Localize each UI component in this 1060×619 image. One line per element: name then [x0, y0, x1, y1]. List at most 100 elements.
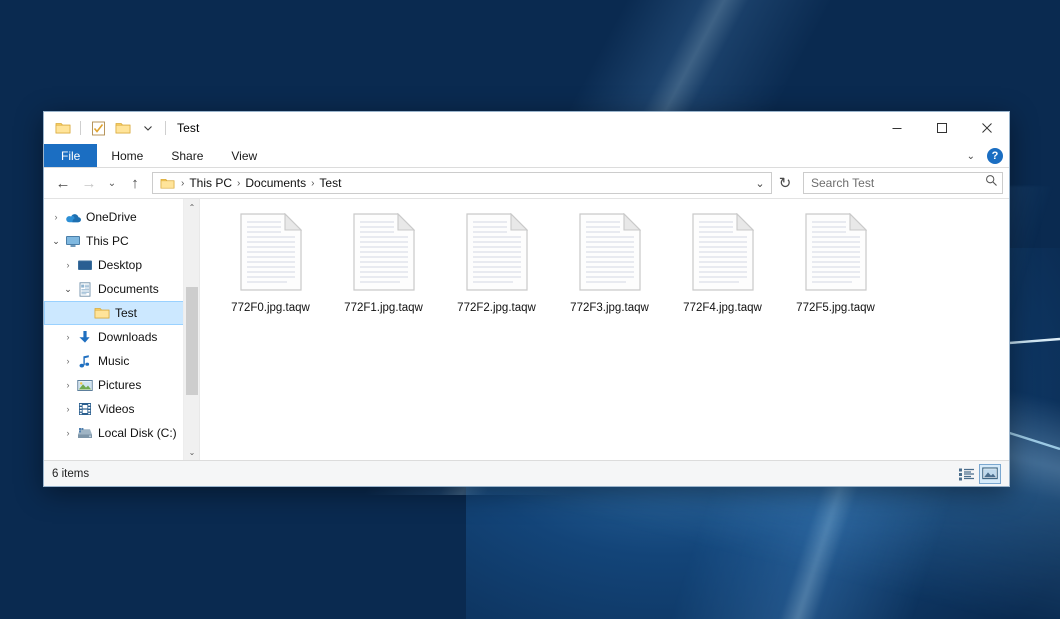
- chevron-right-icon[interactable]: ›: [60, 353, 76, 369]
- desktop-icon: [76, 257, 94, 273]
- item-count-label: 6 items: [52, 468, 89, 480]
- window-body: › OneDrive ⌄: [44, 198, 1009, 460]
- properties-icon[interactable]: [87, 117, 109, 139]
- chevron-right-icon[interactable]: ›: [60, 329, 76, 345]
- address-bar: ← → ⌄ ↑ › This PC › Documents › Test ⌄ ↻: [44, 168, 1009, 198]
- breadcrumb-item-this-pc[interactable]: This PC: [185, 176, 236, 190]
- tab-view[interactable]: View: [217, 144, 271, 167]
- ribbon-tab-bar: File Home Share View ⌄ ?: [44, 144, 1009, 168]
- breadcrumb-item-documents[interactable]: Documents: [241, 176, 310, 190]
- search-input[interactable]: [811, 176, 985, 190]
- chevron-right-icon[interactable]: ›: [48, 209, 64, 225]
- music-note-icon: [76, 353, 94, 369]
- status-bar: 6 items: [44, 460, 1009, 486]
- sidebar-item-label: Documents: [98, 282, 159, 296]
- file-name-label: 772F3.jpg.taqw: [570, 302, 649, 314]
- file-item[interactable]: 772F3.jpg.taqw: [553, 209, 666, 320]
- sidebar-item-videos[interactable]: › Videos: [44, 397, 199, 421]
- file-item[interactable]: 772F0.jpg.taqw: [214, 209, 327, 320]
- recent-locations-chevron-down-icon[interactable]: ⌄: [102, 171, 122, 195]
- minimize-button[interactable]: [874, 112, 919, 144]
- search-icon[interactable]: [985, 174, 998, 192]
- sidebar-item-music[interactable]: › Music: [44, 349, 199, 373]
- chevron-right-icon[interactable]: ›: [60, 257, 76, 273]
- view-mode-buttons: [955, 464, 1001, 484]
- navigation-scrollbar[interactable]: ⌃ ⌄: [183, 199, 199, 460]
- sidebar-item-label: Videos: [98, 402, 134, 416]
- scroll-up-arrow-icon[interactable]: ⌃: [184, 199, 199, 215]
- sidebar-item-pictures[interactable]: › Pictures: [44, 373, 199, 397]
- breadcrumb[interactable]: › This PC › Documents › Test ⌄: [152, 172, 772, 194]
- chevron-down-icon[interactable]: ⌄: [60, 281, 76, 297]
- file-name-label: 772F0.jpg.taqw: [231, 302, 310, 314]
- folder-icon[interactable]: [52, 117, 74, 139]
- generic-document-icon: [805, 213, 867, 296]
- sidebar-item-downloads[interactable]: › Downloads: [44, 325, 199, 349]
- sidebar-item-desktop[interactable]: › Desktop: [44, 253, 199, 277]
- scrollbar-thumb[interactable]: [186, 287, 198, 395]
- refresh-button[interactable]: ↻: [772, 171, 798, 195]
- chevron-placeholder-icon: [77, 305, 93, 321]
- file-item[interactable]: 772F1.jpg.taqw: [327, 209, 440, 320]
- breadcrumb-item-test[interactable]: Test: [315, 176, 345, 190]
- sidebar-item-label: Local Disk (C:): [98, 426, 177, 440]
- generic-document-icon: [692, 213, 754, 296]
- file-item[interactable]: 772F2.jpg.taqw: [440, 209, 553, 320]
- expand-ribbon-chevron-down-icon[interactable]: ⌄: [963, 151, 979, 162]
- chevron-down-icon[interactable]: [137, 117, 159, 139]
- downloads-arrow-icon: [76, 329, 94, 345]
- generic-document-icon: [466, 213, 528, 296]
- new-folder-icon[interactable]: [112, 117, 134, 139]
- qat-separator-2: [165, 121, 166, 135]
- file-item[interactable]: 772F4.jpg.taqw: [666, 209, 779, 320]
- tab-file[interactable]: File: [44, 144, 97, 167]
- sidebar-item-this-pc[interactable]: ⌄ This PC: [44, 229, 199, 253]
- file-name-label: 772F1.jpg.taqw: [344, 302, 423, 314]
- search-box[interactable]: [803, 172, 1003, 194]
- details-view-button[interactable]: [955, 464, 977, 484]
- help-icon[interactable]: ?: [987, 148, 1003, 164]
- sidebar-item-label: Test: [115, 306, 137, 320]
- pictures-icon: [76, 377, 94, 393]
- tab-home[interactable]: Home: [97, 144, 157, 167]
- address-dropdown-chevron-down-icon[interactable]: ⌄: [751, 173, 769, 193]
- large-icons-view-button[interactable]: [979, 464, 1001, 484]
- title-bar: Test: [44, 112, 1009, 144]
- file-item[interactable]: 772F5.jpg.taqw: [779, 209, 892, 320]
- chevron-down-icon[interactable]: ⌄: [48, 233, 64, 249]
- sidebar-item-label: Downloads: [98, 330, 157, 344]
- sidebar-item-label: Desktop: [98, 258, 142, 272]
- qat-separator-1: [80, 121, 81, 135]
- sidebar-item-test[interactable]: Test: [44, 301, 199, 325]
- generic-document-icon: [240, 213, 302, 296]
- quick-access-toolbar: Test: [44, 117, 199, 139]
- chevron-right-icon[interactable]: ›: [60, 401, 76, 417]
- navigation-pane: › OneDrive ⌄: [44, 199, 199, 460]
- this-pc-monitor-icon: [64, 233, 82, 249]
- ribbon-right-controls: ⌄ ?: [963, 144, 1003, 168]
- window-title: Test: [177, 121, 199, 135]
- sidebar-item-local-disk-c[interactable]: › Local Disk (C:): [44, 421, 199, 445]
- tab-share[interactable]: Share: [157, 144, 217, 167]
- back-button[interactable]: ←: [50, 171, 76, 195]
- file-list-view[interactable]: 772F0.jpg.taqw 772F1.jpg.taqw: [199, 199, 1009, 460]
- sidebar-item-documents[interactable]: ⌄ Documents: [44, 277, 199, 301]
- chevron-right-icon[interactable]: ›: [60, 377, 76, 393]
- breadcrumb-tools: ⌄: [751, 173, 769, 193]
- chevron-right-icon[interactable]: ›: [60, 425, 76, 441]
- maximize-button[interactable]: [919, 112, 964, 144]
- window-controls: [874, 112, 1009, 144]
- file-grid: 772F0.jpg.taqw 772F1.jpg.taqw: [200, 199, 1009, 320]
- close-button[interactable]: [964, 112, 1009, 144]
- file-name-label: 772F5.jpg.taqw: [796, 302, 875, 314]
- sidebar-item-label: Pictures: [98, 378, 141, 392]
- up-button[interactable]: ↑: [122, 171, 148, 195]
- navigation-tree: › OneDrive ⌄: [44, 199, 199, 445]
- onedrive-cloud-icon: [64, 209, 82, 225]
- sidebar-item-onedrive[interactable]: › OneDrive: [44, 205, 199, 229]
- documents-icon: [76, 281, 94, 297]
- sidebar-item-label: This PC: [86, 234, 129, 248]
- scroll-down-arrow-icon[interactable]: ⌄: [184, 444, 199, 460]
- file-name-label: 772F2.jpg.taqw: [457, 302, 536, 314]
- forward-button[interactable]: →: [76, 171, 102, 195]
